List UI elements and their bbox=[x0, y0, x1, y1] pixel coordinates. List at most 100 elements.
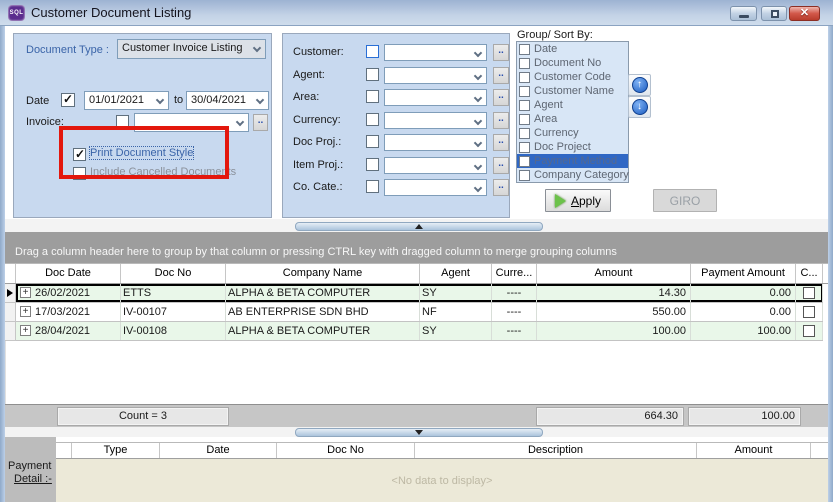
groupsort-item-company-category[interactable]: Company Category bbox=[517, 168, 628, 182]
area-label: Area: bbox=[293, 91, 319, 103]
table-row[interactable]: 28/04/2021 IV-00108 ALPHA & BETA COMPUTE… bbox=[5, 322, 828, 341]
currency-browse-button[interactable] bbox=[493, 112, 509, 129]
agent-label: Agent: bbox=[293, 69, 325, 81]
invoice-browse-button[interactable] bbox=[253, 114, 268, 131]
groupsort-item-document-no[interactable]: Document No bbox=[517, 56, 628, 70]
cell-company-name: AB ENTERPRISE SDN BHD bbox=[226, 303, 420, 321]
minimize-button[interactable] bbox=[730, 6, 757, 21]
item-proj-checkbox[interactable] bbox=[366, 158, 379, 171]
column-header-doc-no[interactable]: Doc No bbox=[277, 443, 415, 458]
column-header-description[interactable]: Description bbox=[415, 443, 697, 458]
groupsort-item-area[interactable]: Area bbox=[517, 112, 628, 126]
column-header-type[interactable]: Type bbox=[72, 443, 160, 458]
groupsort-item-customer-code[interactable]: Customer Code bbox=[517, 70, 628, 84]
group-by-bar[interactable]: Drag a column header here to group by th… bbox=[5, 232, 828, 263]
checkbox[interactable] bbox=[519, 128, 530, 139]
customer-select[interactable] bbox=[384, 44, 487, 61]
checkbox[interactable] bbox=[519, 44, 530, 55]
co-cate-checkbox[interactable] bbox=[366, 180, 379, 193]
groupsort-item-doc-project[interactable]: Doc Project bbox=[517, 140, 628, 154]
checkbox[interactable] bbox=[519, 86, 530, 97]
payment-detail-label-2: Detail :- bbox=[14, 473, 52, 485]
agent-checkbox[interactable] bbox=[366, 68, 379, 81]
column-header-cancelled[interactable]: C... bbox=[796, 264, 823, 283]
column-header-company-name[interactable]: Company Name bbox=[226, 264, 420, 283]
chevron-down-icon bbox=[156, 96, 164, 104]
splitter-track-bottom bbox=[5, 427, 828, 437]
column-header-currency[interactable]: Curre... bbox=[492, 264, 537, 283]
apply-button[interactable]: Apply bbox=[545, 189, 611, 212]
checkbox[interactable] bbox=[519, 100, 530, 111]
groupsort-item-currency[interactable]: Currency bbox=[517, 126, 628, 140]
agent-select[interactable] bbox=[384, 67, 487, 84]
area-browse-button[interactable] bbox=[493, 89, 509, 106]
close-button[interactable] bbox=[789, 6, 820, 21]
area-select[interactable] bbox=[384, 89, 487, 106]
column-header-doc-no[interactable]: Doc No bbox=[121, 264, 226, 283]
column-header-agent[interactable]: Agent bbox=[420, 264, 492, 283]
item-proj-browse-button[interactable] bbox=[493, 157, 509, 174]
checkbox[interactable] bbox=[519, 142, 530, 153]
expand-row-button[interactable] bbox=[20, 306, 31, 317]
window-title: Customer Document Listing bbox=[31, 5, 191, 20]
move-down-button[interactable] bbox=[628, 96, 651, 118]
table-row[interactable]: 26/02/2021 ETTS ALPHA & BETA COMPUTER SY… bbox=[5, 284, 828, 303]
header-filler bbox=[823, 264, 828, 283]
chevron-down-icon bbox=[474, 162, 482, 170]
checkbox[interactable] bbox=[519, 58, 530, 69]
cancelled-checkbox[interactable] bbox=[803, 287, 815, 299]
checkbox[interactable] bbox=[519, 156, 530, 167]
expand-row-button[interactable] bbox=[20, 325, 31, 336]
document-type-select[interactable]: Customer Invoice Listing bbox=[117, 39, 266, 59]
move-up-button[interactable] bbox=[628, 74, 651, 96]
header-filler bbox=[811, 443, 828, 458]
expand-row-button[interactable] bbox=[20, 287, 31, 298]
splitter-handle-bottom[interactable] bbox=[295, 428, 543, 437]
cancelled-checkbox[interactable] bbox=[803, 325, 815, 337]
payment-detail-label: Payment bbox=[8, 460, 51, 472]
column-header-amount[interactable]: Amount bbox=[537, 264, 691, 283]
agent-browse-button[interactable] bbox=[493, 67, 509, 84]
currency-checkbox[interactable] bbox=[366, 113, 379, 126]
customer-browse-button[interactable] bbox=[493, 44, 509, 61]
cancelled-checkbox[interactable] bbox=[803, 306, 815, 318]
date-label: Date bbox=[26, 95, 49, 107]
chevron-down-icon bbox=[236, 118, 244, 126]
groupsort-item-customer-name[interactable]: Customer Name bbox=[517, 84, 628, 98]
date-from-picker[interactable]: 01/01/2021 bbox=[84, 91, 169, 110]
checkbox[interactable] bbox=[519, 72, 530, 83]
column-chooser-button[interactable] bbox=[56, 443, 72, 458]
checkbox[interactable] bbox=[519, 170, 530, 181]
checkbox[interactable] bbox=[519, 114, 530, 125]
column-chooser-button[interactable] bbox=[5, 264, 16, 283]
doc-proj-browse-button[interactable] bbox=[493, 134, 509, 151]
table-row[interactable]: 17/03/2021 IV-00107 AB ENTERPRISE SDN BH… bbox=[5, 303, 828, 322]
customer-label: Customer: bbox=[293, 46, 344, 58]
item-proj-select[interactable] bbox=[384, 157, 487, 174]
group-sort-label: Group/ Sort By: bbox=[517, 29, 593, 41]
chevron-down-icon bbox=[474, 49, 482, 57]
currency-select[interactable] bbox=[384, 112, 487, 129]
groupsort-item-payment-method[interactable]: Payment Method bbox=[517, 154, 628, 168]
doc-proj-checkbox[interactable] bbox=[366, 135, 379, 148]
date-to-picker[interactable]: 30/04/2021 bbox=[186, 91, 269, 110]
area-checkbox[interactable] bbox=[366, 90, 379, 103]
date-checkbox[interactable] bbox=[61, 93, 75, 107]
co-cate-select[interactable] bbox=[384, 179, 487, 196]
row-indicator bbox=[5, 284, 16, 303]
window-border-right bbox=[828, 26, 833, 502]
customer-checkbox[interactable] bbox=[366, 45, 379, 58]
doc-proj-select[interactable] bbox=[384, 134, 487, 151]
column-header-doc-date[interactable]: Doc Date bbox=[16, 264, 121, 283]
groupsort-item-agent[interactable]: Agent bbox=[517, 98, 628, 112]
co-cate-browse-button[interactable] bbox=[493, 179, 509, 196]
restore-button[interactable] bbox=[761, 6, 787, 21]
titlebar[interactable]: SQL Customer Document Listing bbox=[0, 0, 833, 26]
groupsort-item-date[interactable]: Date bbox=[517, 42, 628, 56]
column-header-date[interactable]: Date bbox=[160, 443, 277, 458]
co-cate-label: Co. Cate.: bbox=[293, 181, 343, 193]
column-header-payment-amount[interactable]: Payment Amount bbox=[691, 264, 796, 283]
splitter-handle-top[interactable] bbox=[295, 222, 543, 231]
column-header-amount[interactable]: Amount bbox=[697, 443, 811, 458]
giro-button[interactable]: GIRO bbox=[653, 189, 717, 212]
